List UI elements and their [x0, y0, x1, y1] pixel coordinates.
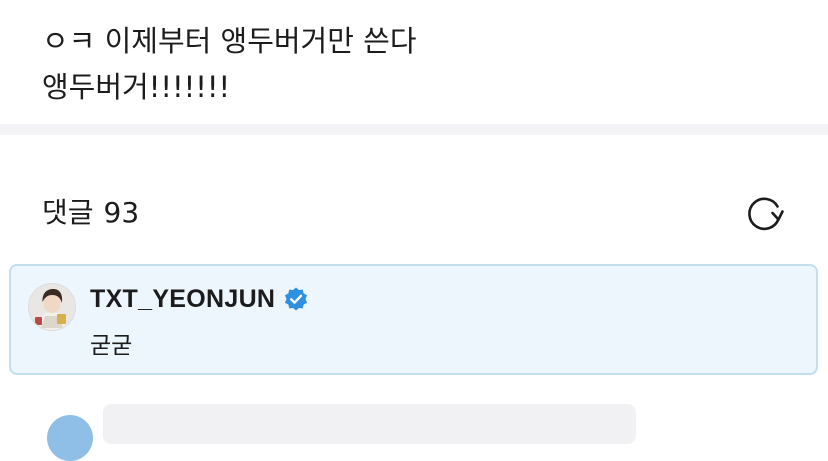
verified-badge-icon [285, 287, 308, 311]
comments-count: 93 [103, 196, 140, 229]
comment-author-row: TXT_YEONJUN [90, 282, 309, 316]
comments-header: 댓글 93 [42, 190, 786, 236]
comments-title: 댓글 93 [42, 190, 139, 236]
avatar[interactable] [28, 283, 76, 331]
comment-author[interactable]: TXT_YEONJUN [90, 285, 275, 314]
section-divider [0, 124, 828, 135]
post-body: ㅇㅋ 이제부터 앵두버거만 쓴다 앵두버거!!!!!!! [42, 18, 802, 110]
highlighted-comment[interactable]: TXT_YEONJUN 굳굳 [9, 264, 818, 375]
comment-text: 굳굳 [90, 333, 133, 359]
post-text-line: 앵두버거!!!!!!! [42, 70, 231, 104]
comments-label: 댓글 [42, 196, 94, 229]
avatar[interactable] [47, 415, 93, 461]
refresh-button[interactable] [744, 192, 786, 234]
refresh-icon [748, 197, 784, 231]
comment-bubble[interactable] [103, 404, 636, 444]
post-text-line: ㅇㅋ 이제부터 앵두버거만 쓴다 [42, 24, 417, 58]
